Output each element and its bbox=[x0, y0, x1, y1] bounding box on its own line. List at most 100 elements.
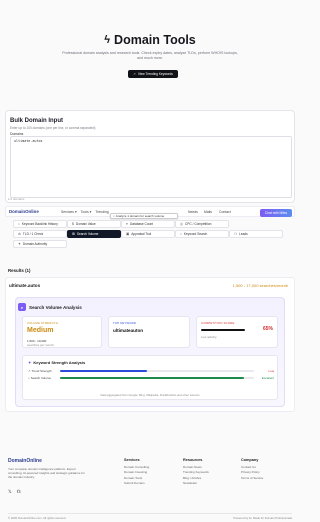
trending-button-label: View Trending Keywords bbox=[137, 72, 173, 76]
tooltip-text: Analyze 1 domain for search volume bbox=[115, 214, 165, 218]
stat-label: COMPETITION SCORE bbox=[201, 321, 235, 325]
trending-keywords-button[interactable]: ↗ View Trending Keywords bbox=[128, 70, 178, 78]
nav-contact[interactable]: Contact bbox=[219, 210, 231, 214]
stat-note: Low activity bbox=[201, 335, 217, 339]
stat-competition: COMPETITION SCORE 65% Low activity bbox=[196, 316, 278, 348]
bulk-description: Enter up to 100 domains (one per line, o… bbox=[10, 126, 96, 130]
stat-range-unit: searches per month bbox=[27, 343, 54, 347]
tool-label: Leads bbox=[239, 232, 248, 236]
tool-leads[interactable]: ⚇ Leads bbox=[229, 230, 283, 238]
footer-col-resources: Resources Domain News Trending Keywords … bbox=[183, 458, 209, 487]
nav-trending[interactable]: Trending bbox=[95, 210, 108, 214]
search-volume-label: ⌕ Search Volume bbox=[28, 376, 60, 380]
lightning-icon: ϟ bbox=[104, 34, 111, 46]
search-volume-row: ⌕ Search Volume Excellent bbox=[28, 376, 274, 380]
chat-cta-button[interactable]: Chat with Miles bbox=[260, 208, 292, 217]
tool-keyword-search[interactable]: ⌕ Keyword Search bbox=[175, 230, 229, 238]
tool-domain-value[interactable]: $ Domain Value bbox=[67, 220, 121, 228]
bulk-title: Bulk Domain Input bbox=[10, 118, 63, 124]
tool-label: Keyword Backlink History bbox=[21, 222, 58, 226]
nav-needs[interactable]: Needs bbox=[188, 210, 198, 214]
tool-tld-check[interactable]: ⊘ TLD / 1 Check bbox=[13, 230, 67, 238]
nav-tools[interactable]: Tools ▾ bbox=[81, 210, 92, 214]
tool-label: Domain Value bbox=[75, 222, 96, 226]
search-icon: ⌕ bbox=[18, 222, 20, 226]
sparkle-icon: ✦ bbox=[28, 360, 32, 365]
footer-bottom: © 2025 DomainOnline.com. All rights rese… bbox=[8, 513, 292, 520]
nav-services-label: Services bbox=[61, 209, 75, 214]
hero-subtitle: Professional domain analysis and researc… bbox=[62, 51, 238, 60]
panel-header: ⌕ Search Volume Analysis bbox=[18, 303, 82, 311]
result-volume-range: 1,500 - 17,000 searches/month bbox=[232, 283, 288, 288]
trend-icon: ↗ bbox=[133, 72, 136, 76]
dollar-icon: $ bbox=[72, 222, 74, 226]
footer-col-title: Resources bbox=[183, 458, 203, 462]
page-title: ϟ Domain Tools bbox=[0, 33, 300, 47]
analyze-tooltip: ⌕ Analyze 1 domain for search volume bbox=[110, 213, 178, 219]
tool-label: CPC / Competition bbox=[184, 222, 212, 226]
copyright: © 2025 DomainOnline.com. All rights rese… bbox=[8, 516, 67, 520]
footer-col-company: Company Contact Us Privacy Policy Terms … bbox=[241, 458, 263, 481]
footer-link[interactable]: Terms of Service bbox=[241, 476, 263, 482]
panel-title: Search Volume Analysis bbox=[29, 304, 82, 310]
star-icon: ✦ bbox=[18, 242, 21, 246]
tool-database-count[interactable]: ≡ Database Count bbox=[121, 220, 175, 228]
tool-appraisal[interactable]: ▣ Appraisal Tool bbox=[121, 230, 175, 238]
globe-icon: ⊘ bbox=[18, 232, 21, 236]
nav-mails[interactable]: Mails bbox=[204, 210, 212, 214]
chevron-down-icon: ▾ bbox=[89, 209, 92, 214]
search-volume-bar bbox=[60, 377, 254, 379]
stat-label: VOLUME STRENGTH bbox=[27, 321, 58, 325]
chevron-down-icon: ▾ bbox=[75, 209, 77, 214]
stat-value: Medium bbox=[27, 327, 54, 334]
nav-trending-label: Trending bbox=[95, 209, 109, 214]
tool-label: Appraisal Tool bbox=[131, 232, 152, 236]
stat-top-keyword: TOP KEYWORD ultimateauton bbox=[108, 316, 190, 348]
appraisal-icon: ▣ bbox=[126, 232, 130, 236]
search-icon: ⌕ bbox=[113, 214, 115, 218]
nav-tools-label: Tools bbox=[80, 209, 89, 214]
footer-link[interactable]: Domain Investing bbox=[124, 470, 149, 476]
search-volume-fill bbox=[60, 377, 245, 379]
tool-label: Search Volume bbox=[76, 232, 99, 236]
trend-strength-fill bbox=[60, 370, 148, 372]
tool-search-volume[interactable]: ⊞ Search Volume bbox=[67, 230, 121, 238]
tool-label: Keyword Search bbox=[183, 232, 208, 236]
footer-link[interactable]: Submit Domain bbox=[124, 481, 149, 487]
search-volume-value: Excellent bbox=[261, 376, 274, 380]
x-icon[interactable]: 𝕏 bbox=[8, 489, 12, 495]
footer-col-title: Services bbox=[124, 458, 140, 462]
nav-brand[interactable]: DomainOnline bbox=[9, 209, 61, 214]
tool-label: TLD / 1 Check bbox=[22, 232, 44, 236]
stat-volume-strength: VOLUME STRENGTH Medium 1,500 - 10,000 se… bbox=[22, 316, 102, 348]
keyword-strength-title: ✦ Keyword Strength Analysis bbox=[28, 360, 85, 365]
stat-value: 65% bbox=[262, 326, 273, 332]
keyword-strength-card: ✦ Keyword Strength Analysis ↗ Trend Stren… bbox=[22, 355, 278, 400]
footer-link[interactable]: Trending Keywords bbox=[183, 470, 209, 476]
data-source-note: Data aggregated from Google, Bing, Wikip… bbox=[100, 393, 200, 397]
stat-value: ultimateauton bbox=[113, 328, 144, 333]
trend-icon: ↗ bbox=[28, 369, 31, 373]
bulk-domain-card: Bulk Domain Input Enter up to 100 domain… bbox=[5, 110, 295, 203]
tool-cpc[interactable]: ◎ CPC / Competition bbox=[175, 220, 229, 228]
footer-credit: Powered by AI. Made for Domain Professio… bbox=[233, 516, 292, 520]
footer-brand[interactable]: DomainOnline bbox=[8, 458, 42, 464]
footer-description: Your complete domain intelligence platfo… bbox=[8, 467, 85, 479]
footer-link[interactable]: Newsletter bbox=[183, 481, 209, 487]
trend-strength-bar bbox=[60, 370, 254, 372]
nav-services[interactable]: Services ▾ bbox=[61, 210, 77, 214]
results-title: Results (1) bbox=[8, 268, 31, 273]
tool-label: Domain Authority bbox=[22, 242, 48, 246]
search-icon: ⌕ bbox=[28, 376, 30, 380]
chart-icon: ⊞ bbox=[72, 232, 75, 236]
trend-strength-label: ↗ Trend Strength bbox=[28, 369, 60, 373]
domains-textarea[interactable]: ultimate.autos bbox=[10, 136, 292, 198]
tool-domain-authority[interactable]: ✦ Domain Authority bbox=[13, 240, 67, 248]
result-domain: ultimate.autos bbox=[9, 283, 41, 288]
search-icon: ⌕ bbox=[18, 303, 26, 311]
trend-strength-row: ↗ Trend Strength Low bbox=[28, 369, 274, 373]
footer-col-title: Company bbox=[241, 458, 259, 462]
podcast-icon[interactable]: ☊ bbox=[17, 489, 21, 495]
stat-label: TOP KEYWORD bbox=[113, 321, 137, 325]
tool-keyword-backlink[interactable]: ⌕ Keyword Backlink History bbox=[13, 220, 67, 228]
